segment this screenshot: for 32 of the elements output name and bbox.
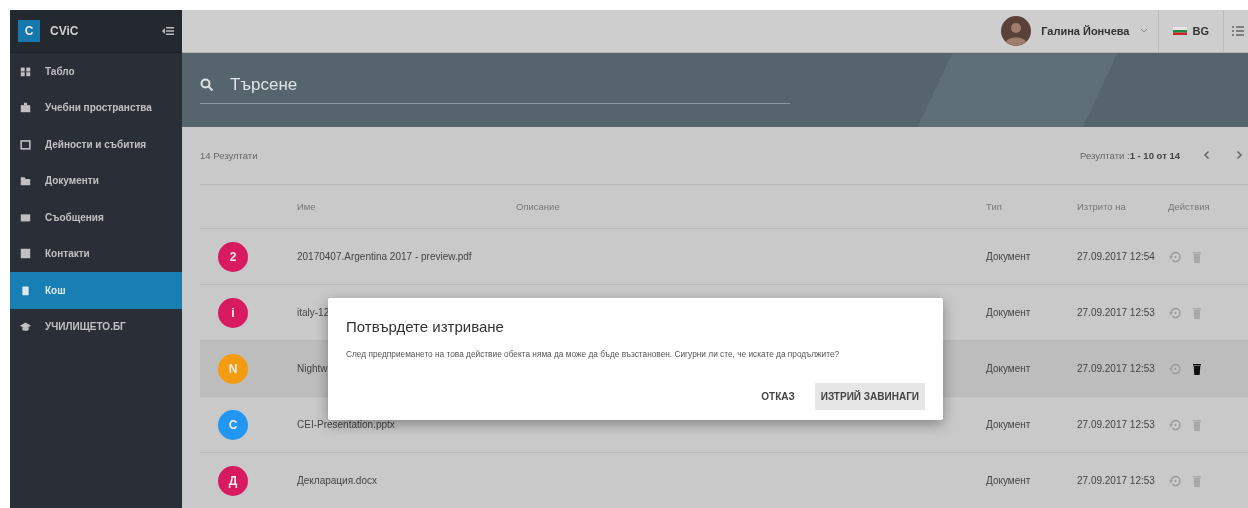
date-cell-text: 27.09.2017 12:53 xyxy=(1077,307,1156,318)
column-header: Описание xyxy=(516,201,561,212)
date-cell-text: 27.09.2017 12:53 xyxy=(1077,363,1156,374)
avatar-badge: N xyxy=(218,353,248,384)
app-logo: C xyxy=(18,20,40,42)
date-cell-text: 27.09.2017 12:54 xyxy=(1077,251,1156,262)
type-cell-text: Документ xyxy=(986,475,1032,486)
avatar-badge: C xyxy=(218,409,248,440)
column-header: Тип xyxy=(986,201,1003,212)
type-cell-text: Документ xyxy=(986,251,1032,262)
date-cell-text: 27.09.2017 12:53 xyxy=(1077,419,1156,430)
file-name: 20170407.Argentina 2017 - preview.pdf xyxy=(297,251,473,262)
file-name: Nightw xyxy=(297,363,329,374)
column-header: Действия xyxy=(1168,201,1211,212)
type-cell-text: Документ xyxy=(986,363,1032,374)
file-name: CEI-Presentation.pptx xyxy=(297,419,396,430)
date-cell-text: 27.09.2017 12:53 xyxy=(1077,475,1156,486)
file-name: Декларация.docx xyxy=(297,475,378,486)
column-header: Име xyxy=(297,201,317,212)
dialog-message: След предприемането на това действие обекта няма да може да бъде възстановен. Сигурни ли сте, че искате да продължите? xyxy=(346,349,841,359)
search-placeholder: Търсене xyxy=(230,75,298,96)
column-header: Изтрито на xyxy=(1077,201,1127,212)
file-name: italy-12 xyxy=(297,307,331,318)
avatar-badge: i xyxy=(218,297,248,328)
dialog-title: Потвърдете изтриване xyxy=(346,318,505,335)
avatar-badge: Д xyxy=(218,465,248,496)
avatar-badge: 2 xyxy=(218,241,248,272)
results-count: 14 Резултати xyxy=(200,149,258,161)
type-cell-text: Документ xyxy=(986,307,1032,318)
app-name: CViC xyxy=(50,24,80,38)
results-range: Резултати :1 - 10 от 14 xyxy=(1080,149,1180,161)
type-cell-text: Документ xyxy=(986,419,1032,430)
